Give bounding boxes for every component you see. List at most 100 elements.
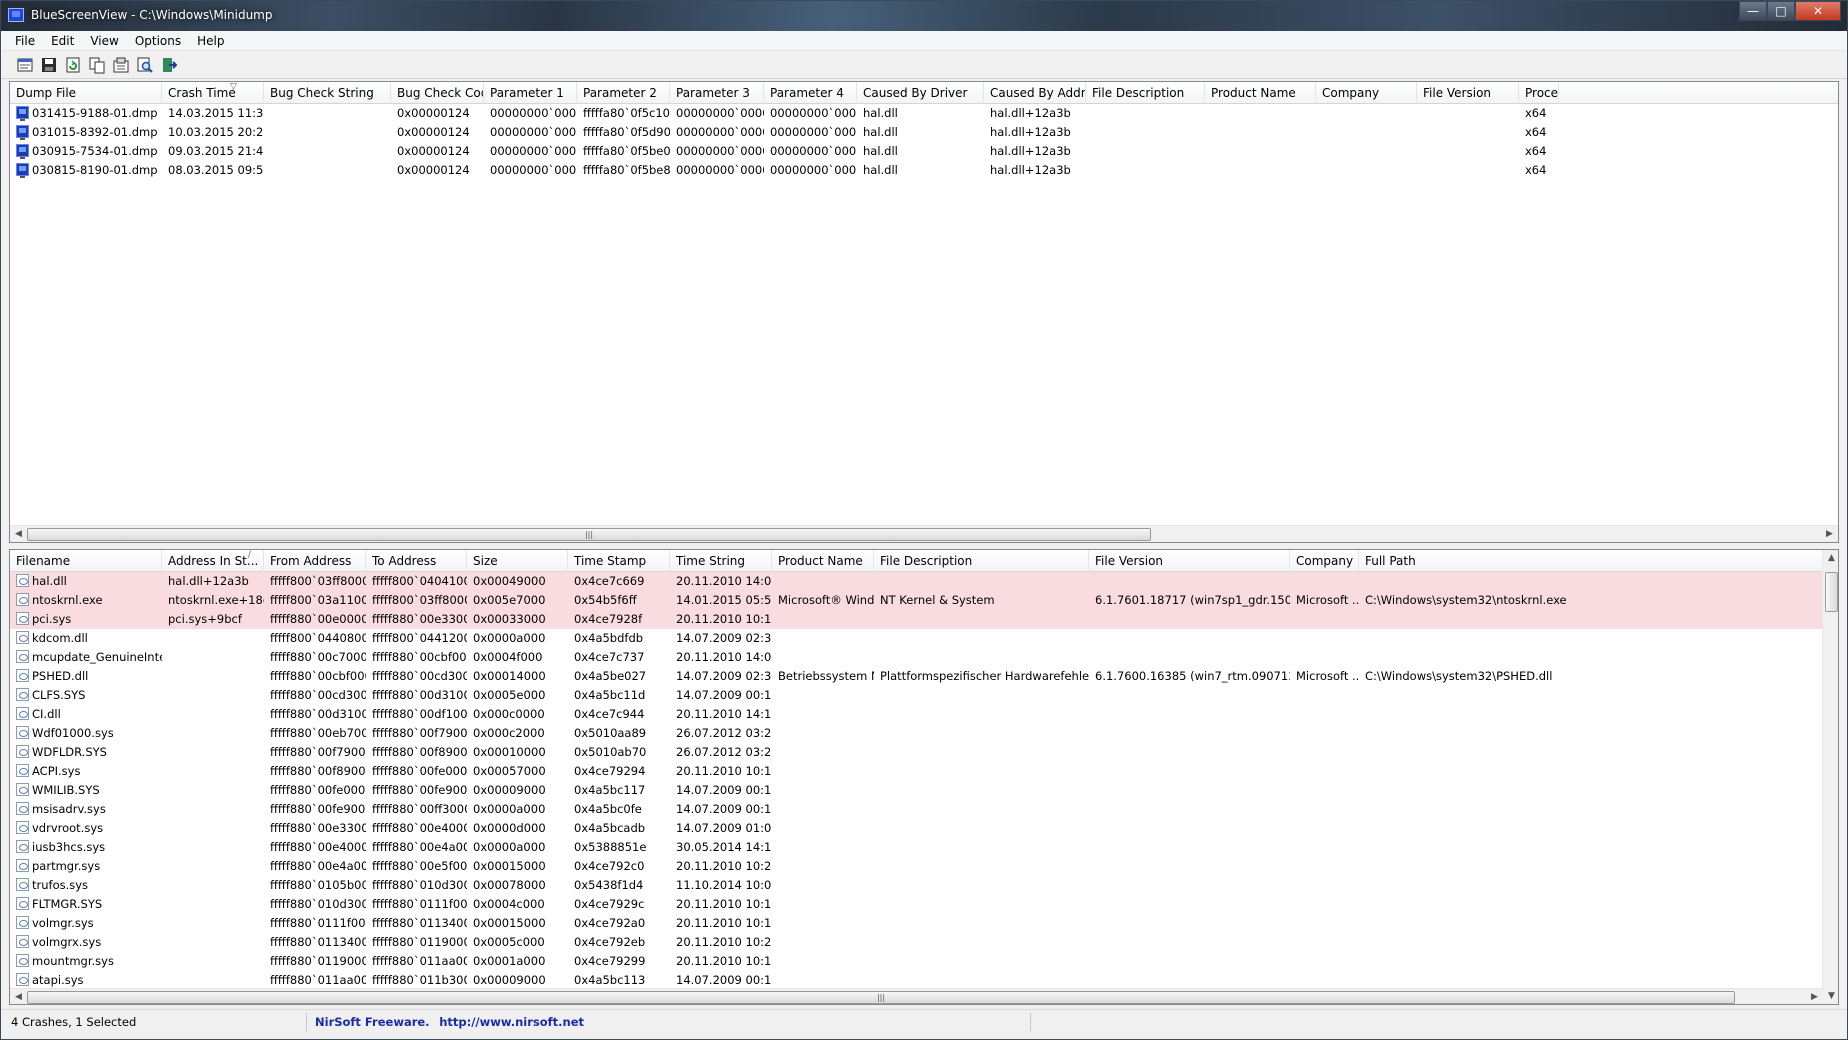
properties-button[interactable] — [111, 55, 131, 75]
table-row[interactable]: volmgr.sys fffff880`0111f000 fffff880`0113… — [10, 914, 1823, 933]
crash-col-file-version[interactable]: File Version — [1417, 82, 1519, 104]
table-row[interactable]: ntoskrnl.exe ntoskrnl.exe+18c713 fffff800`… — [10, 591, 1823, 610]
table-cell — [264, 161, 391, 180]
table-row[interactable]: partmgr.sys fffff880`00e4a000 fffff880`00e… — [10, 857, 1823, 876]
minimize-button[interactable]: — — [1739, 1, 1767, 21]
table-row[interactable]: CI.dll fffff880`00d31000 fffff880`00df1000… — [10, 705, 1823, 724]
menu-file[interactable]: File — [7, 31, 43, 51]
driver-list-vscrollbar[interactable]: ▲ ▼ — [1822, 550, 1838, 1004]
table-row[interactable]: ACPI.sys fffff880`00f89000 fffff880`00fe00… — [10, 762, 1823, 781]
scroll-down-icon[interactable]: ▼ — [1823, 988, 1838, 1004]
exit-button[interactable] — [159, 55, 179, 75]
menu-options[interactable]: Options — [127, 31, 189, 51]
table-cell — [874, 781, 1089, 800]
table-row[interactable]: kdcom.dll fffff800`04408000 fffff800`04412… — [10, 629, 1823, 648]
table-row[interactable]: mountmgr.sys fffff880`01190000 fffff880`01… — [10, 952, 1823, 971]
table-row[interactable]: 030915-7534-01.dmp 09.03.2015 21:47:26 0x0… — [10, 142, 1838, 161]
crash-col-crash-time[interactable]: Crash Time — [162, 82, 264, 104]
crash-col-file-description[interactable]: File Description — [1086, 82, 1205, 104]
crash-col-parameter-1[interactable]: Parameter 1 — [484, 82, 577, 104]
table-row[interactable]: hal.dll hal.dll+12a3b fffff800`03ff8000 fff… — [10, 572, 1823, 591]
table-cell: 0x4a5bdfdb — [574, 631, 644, 645]
crash-col-bug-check-string[interactable]: Bug Check String — [264, 82, 391, 104]
table-row[interactable]: 030815-8190-01.dmp 08.03.2015 09:59:16 0x0… — [10, 161, 1838, 180]
driver-col-company[interactable]: Company — [1290, 550, 1359, 572]
scroll-right-icon[interactable]: ▶ — [1806, 989, 1823, 1004]
driver-list-vscroll-thumb[interactable] — [1825, 572, 1838, 612]
table-cell — [1290, 629, 1359, 648]
find-button[interactable] — [135, 55, 155, 75]
table-cell: Microsoft ... — [1296, 593, 1359, 607]
table-cell: fffff880`00ff3000 — [372, 802, 467, 816]
scroll-left-icon[interactable]: ◀ — [10, 989, 27, 1004]
app-window: BlueScreenView - C:\Windows\Minidump — □… — [0, 0, 1848, 1040]
refresh-button[interactable] — [63, 55, 83, 75]
crash-col-caused-by-driver[interactable]: Caused By Driver — [857, 82, 984, 104]
crash-list-hscroll-thumb[interactable]: ||| — [27, 528, 1151, 541]
driver-list-hscroll-thumb[interactable]: ||| — [27, 991, 1735, 1004]
table-row[interactable]: 031015-8392-01.dmp 10.03.2015 20:21:42 0x0… — [10, 123, 1838, 142]
table-row[interactable]: mcupdate_GenuineIntel.dll fffff880`00c700… — [10, 648, 1823, 667]
table-row[interactable]: WMILIB.SYS fffff880`00fe0000 fffff880`00fe… — [10, 781, 1823, 800]
table-cell — [772, 857, 874, 876]
driver-col-file-version[interactable]: File Version — [1089, 550, 1290, 572]
table-cell: 0x00033000 — [473, 612, 546, 626]
close-button[interactable]: ✕ — [1795, 1, 1841, 21]
driver-col-file-description[interactable]: File Description — [874, 550, 1089, 572]
driver-list-hscrollbar[interactable]: ◀ ||| ▶ — [10, 988, 1823, 1004]
crash-col-company[interactable]: Company — [1316, 82, 1417, 104]
driver-col-product-name[interactable]: Product Name — [772, 550, 874, 572]
driver-col-time-string[interactable]: Time String — [670, 550, 772, 572]
menu-view[interactable]: View — [82, 31, 126, 51]
table-row[interactable]: CLFS.SYS fffff880`00cd3000 fffff880`00d310… — [10, 686, 1823, 705]
crash-col-parameter-2[interactable]: Parameter 2 — [577, 82, 670, 104]
table-row[interactable]: 031415-9188-01.dmp 14.03.2015 11:34:57 0x0… — [10, 104, 1838, 123]
html-report-button[interactable] — [15, 55, 35, 75]
driver-col-filename[interactable]: Filename — [10, 550, 162, 572]
table-cell: fffff880`00cd3000 — [270, 688, 366, 702]
table-cell — [264, 142, 391, 161]
table-row[interactable]: vdrvroot.sys fffff880`00e33000 fffff880`00… — [10, 819, 1823, 838]
table-row[interactable]: FLTMGR.SYS fffff880`010d3000 fffff880`0111… — [10, 895, 1823, 914]
scroll-up-icon[interactable]: ▲ — [1823, 550, 1838, 567]
table-row[interactable]: msisadrv.sys fffff880`00fe9000 fffff880`00… — [10, 800, 1823, 819]
table-row[interactable]: iusb3hcs.sys fffff880`00e40000 fffff880`00… — [10, 838, 1823, 857]
title-bar[interactable]: BlueScreenView - C:\Windows\Minidump — □… — [1, 1, 1847, 31]
table-row[interactable]: pci.sys pci.sys+9bcf fffff880`00e00000 ffff… — [10, 610, 1823, 629]
driver-col-to-address[interactable]: To Address — [366, 550, 467, 572]
menu-edit[interactable]: Edit — [43, 31, 82, 51]
save-button[interactable] — [39, 55, 59, 75]
table-cell: x64 — [1525, 106, 1547, 120]
crash-list-hscrollbar[interactable]: ◀ ||| ▶ — [10, 525, 1838, 542]
table-cell — [874, 762, 1089, 781]
driver-col-full-path[interactable]: Full Path — [1359, 550, 1823, 572]
table-row[interactable]: Wdf01000.sys fffff880`00eb7000 fffff880`00… — [10, 724, 1823, 743]
crash-col-parameter-4[interactable]: Parameter 4 — [764, 82, 857, 104]
table-cell — [1205, 123, 1316, 142]
copy-button[interactable] — [87, 55, 107, 75]
scroll-left-icon[interactable]: ◀ — [10, 526, 27, 542]
table-row[interactable]: PSHED.dll fffff880`00cbf000 fffff880`00cd3… — [10, 667, 1823, 686]
table-row[interactable]: trufos.sys fffff880`0105b000 fffff880`010d… — [10, 876, 1823, 895]
crash-col-processo[interactable]: Processo — [1519, 82, 1559, 104]
driver-col-time-stamp[interactable]: Time Stamp — [568, 550, 670, 572]
crash-col-dump-file[interactable]: Dump File — [10, 82, 162, 104]
nirsoft-url-link[interactable]: http://www.nirsoft.net — [439, 1015, 584, 1029]
maximize-button[interactable]: □ — [1767, 1, 1795, 21]
driver-col-from-address[interactable]: From Address — [264, 550, 366, 572]
scroll-right-icon[interactable]: ▶ — [1821, 526, 1838, 542]
table-cell: 00000000`000000... — [676, 163, 764, 177]
table-cell — [1359, 914, 1823, 933]
table-cell — [874, 648, 1089, 667]
table-row[interactable]: volmgrx.sys fffff880`01134000 fffff880`011… — [10, 933, 1823, 952]
crash-col-product-name[interactable]: Product Name — [1205, 82, 1316, 104]
table-row[interactable]: WDFLDR.SYS fffff880`00f79000 fffff880`00f8… — [10, 743, 1823, 762]
table-cell: 0x000c2000 — [473, 726, 545, 740]
driver-col-size[interactable]: Size — [467, 550, 568, 572]
menu-help[interactable]: Help — [189, 31, 232, 51]
crash-col-bug-check-code[interactable]: Bug Check Code — [391, 82, 484, 104]
crash-col-parameter-3[interactable]: Parameter 3 — [670, 82, 764, 104]
crash-col-caused-by-address[interactable]: Caused By Address — [984, 82, 1086, 104]
table-cell — [1089, 857, 1290, 876]
table-cell — [772, 629, 874, 648]
